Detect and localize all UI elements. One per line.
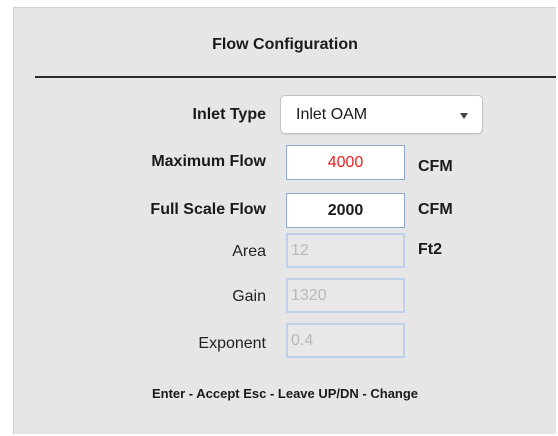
maximum-flow-input[interactable]: 4000 <box>286 145 405 180</box>
inlet-type-value: Inlet OAM <box>296 106 368 123</box>
chevron-down-icon[interactable] <box>460 113 468 119</box>
gain-input: 1320 <box>286 278 405 313</box>
inlet-type-select[interactable]: Inlet OAM <box>280 95 483 134</box>
area-label: Area <box>232 243 266 260</box>
panel-title: Flow Configuration <box>212 36 358 53</box>
maximum-flow-label: Maximum Flow <box>151 153 266 170</box>
flow-configuration-panel: Flow Configuration Inlet Type Inlet OAM … <box>13 7 556 434</box>
maximum-flow-unit: CFM <box>418 158 453 175</box>
help-text: Enter - Accept Esc - Leave UP/DN - Chang… <box>151 386 419 401</box>
inlet-type-label: Inlet Type <box>192 106 267 123</box>
exponent-input: 0.4 <box>286 323 405 358</box>
exponent-label: Exponent <box>198 335 266 352</box>
full-scale-flow-unit: CFM <box>418 201 453 218</box>
gain-label: Gain <box>232 288 266 305</box>
full-scale-flow-label: Full Scale Flow <box>150 201 266 218</box>
area-unit: Ft2 <box>418 241 442 258</box>
area-input: 12 <box>286 233 405 268</box>
title-divider <box>35 76 556 78</box>
full-scale-flow-input[interactable]: 2000 <box>286 193 405 228</box>
